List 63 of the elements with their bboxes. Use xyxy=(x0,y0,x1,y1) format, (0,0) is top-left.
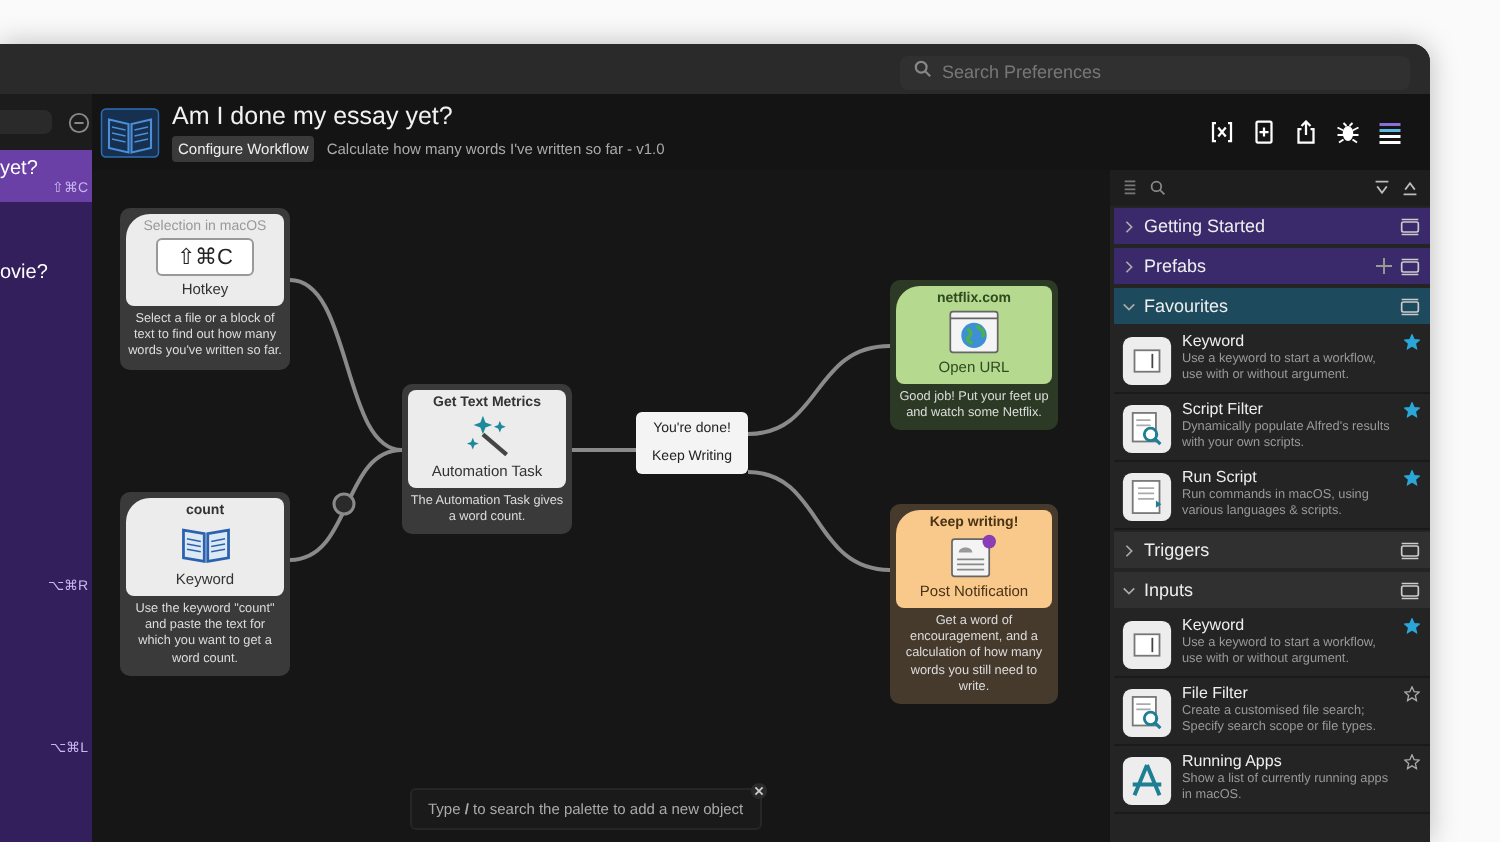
star-filled-icon[interactable] xyxy=(1404,618,1420,634)
star-filled-icon[interactable] xyxy=(1404,470,1420,486)
palette-section-header[interactable]: Getting Started xyxy=(1114,208,1430,244)
star-filled-icon[interactable] xyxy=(1404,402,1420,418)
notification-icon xyxy=(948,534,1000,578)
section-toggle-icon[interactable] xyxy=(1400,257,1420,275)
chevron-icon xyxy=(1122,259,1136,273)
expand-all-icon[interactable] xyxy=(1374,180,1390,196)
search-field[interactable]: Search Preferences xyxy=(900,55,1410,89)
chevron-icon xyxy=(1122,299,1136,313)
section-title: Favourites xyxy=(1144,296,1231,316)
connector-line xyxy=(747,470,891,572)
hotkey-field: ⇧⌘C xyxy=(155,238,255,276)
browser-globe-icon xyxy=(948,310,1000,354)
star-outline-icon[interactable] xyxy=(1404,686,1420,702)
chevron-icon xyxy=(1122,583,1136,597)
collapse-all-icon[interactable] xyxy=(1402,180,1418,196)
close-icon[interactable] xyxy=(749,782,768,800)
remove-icon[interactable] xyxy=(68,111,90,133)
connector-line xyxy=(747,344,891,436)
workflow-name: ovie? xyxy=(0,262,48,284)
section-toggle-icon[interactable] xyxy=(1400,297,1420,315)
app-store-icon xyxy=(1122,756,1172,806)
chevron-icon xyxy=(1122,543,1136,557)
item-title: Keyword xyxy=(1182,616,1247,634)
section-toggle-icon[interactable] xyxy=(1400,581,1420,599)
section-toggle-icon[interactable] xyxy=(1400,541,1420,559)
document-search-icon xyxy=(1122,404,1172,454)
keyword-icon xyxy=(1122,620,1172,670)
search-icon[interactable] xyxy=(1150,180,1166,196)
variable-icon[interactable] xyxy=(1210,120,1234,144)
section-title: Triggers xyxy=(1144,540,1212,560)
palette-section-header[interactable]: Favourites xyxy=(1114,288,1430,324)
connection-point[interactable] xyxy=(332,492,356,516)
search-icon xyxy=(914,60,932,78)
keyword-icon xyxy=(1122,336,1172,386)
book-icon xyxy=(100,105,160,159)
chevron-icon xyxy=(1122,219,1136,233)
palette-section-header[interactable]: Triggers xyxy=(1114,532,1430,568)
section-title: Prefabs xyxy=(1144,256,1209,276)
script-icon xyxy=(1122,472,1172,522)
item-title: Script Filter xyxy=(1182,400,1265,418)
section-title: Getting Started xyxy=(1144,216,1268,236)
section-title: Inputs xyxy=(1144,580,1196,600)
document-search-icon xyxy=(1122,688,1172,738)
workflow-name: yet? xyxy=(0,158,38,180)
workflow-title: Am I done my essay yet? xyxy=(172,102,455,130)
palette-section-header[interactable]: Prefabs xyxy=(1114,248,1430,284)
magic-wand-icon xyxy=(461,414,513,458)
item-title: Keyword xyxy=(1182,332,1247,350)
palette-section-header[interactable]: Inputs xyxy=(1114,572,1430,608)
share-icon[interactable] xyxy=(1294,120,1318,144)
bug-icon[interactable] xyxy=(1336,120,1360,144)
star-filled-icon[interactable] xyxy=(1404,334,1420,350)
menu-icon[interactable] xyxy=(1378,120,1402,144)
list-icon[interactable] xyxy=(1122,180,1138,196)
item-title: Run Script xyxy=(1182,468,1259,486)
item-title: File Filter xyxy=(1182,684,1250,702)
item-title: Running Apps xyxy=(1182,752,1284,770)
star-outline-icon[interactable] xyxy=(1404,754,1420,770)
section-toggle-icon[interactable] xyxy=(1400,217,1420,235)
connector-line xyxy=(572,448,636,452)
sidebar-item[interactable]: ovie? xyxy=(0,254,92,290)
